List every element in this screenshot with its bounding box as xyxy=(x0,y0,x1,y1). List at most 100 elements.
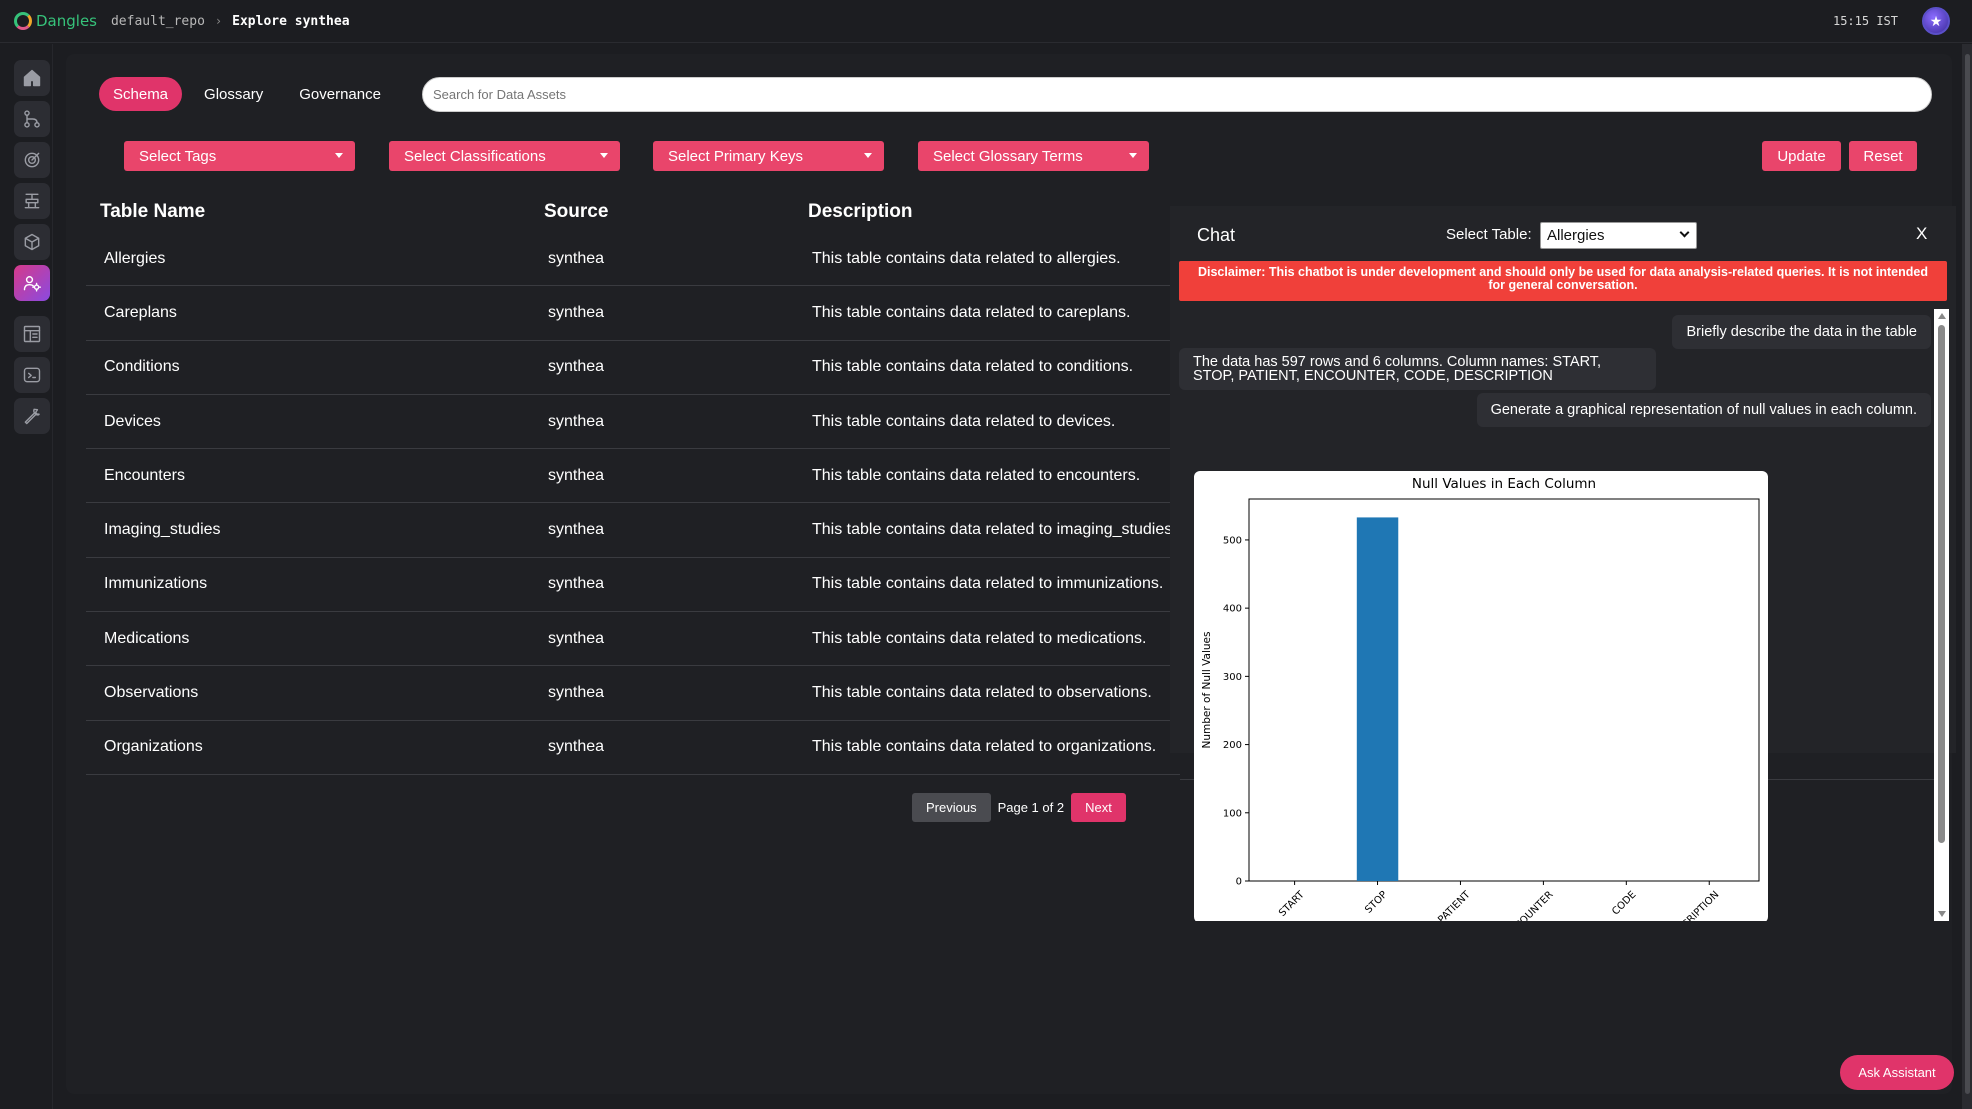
tab-governance[interactable]: Governance xyxy=(285,77,395,111)
sidebar-item-target[interactable] xyxy=(14,142,50,178)
cell-description: This table contains data related to imag… xyxy=(812,521,1177,539)
table-row[interactable]: Encounters synthea This table contains dat… xyxy=(86,449,1180,504)
cell-description: This table contains data related to orga… xyxy=(812,738,1157,756)
bar-stop xyxy=(1356,517,1399,881)
target-icon xyxy=(24,152,40,168)
page-scroll-thumb[interactable] xyxy=(1965,54,1970,1094)
y-tick-label: 100 xyxy=(1223,808,1242,819)
table-row[interactable]: Devices synthea This table contains data r… xyxy=(86,395,1180,450)
clock: 15:15 IST xyxy=(1832,14,1898,28)
cell-table-name[interactable]: Imaging_studies xyxy=(86,521,526,539)
close-chat-button[interactable]: X xyxy=(1916,224,1927,244)
chat-messages[interactable]: Briefly describe the data in the table T… xyxy=(1179,309,1931,921)
cell-table-name[interactable]: Immunizations xyxy=(86,575,526,593)
header-source: Source xyxy=(544,201,609,222)
cell-table-name[interactable]: Observations xyxy=(86,684,526,702)
tab-schema[interactable]: Schema xyxy=(99,77,183,111)
y-tick-label: 300 xyxy=(1223,672,1242,683)
cell-source: synthea xyxy=(548,303,605,321)
cell-description: This table contains data related to care… xyxy=(812,303,1131,321)
select-tags-dropdown[interactable]: Select Tags xyxy=(124,141,355,171)
sidebar-item-terminal[interactable] xyxy=(14,357,50,393)
table-row[interactable]: Organizations synthea This table contains … xyxy=(86,721,1180,775)
table-body: Allergies synthea This table contains data… xyxy=(86,232,1180,775)
workflow-icon xyxy=(24,110,40,128)
table-row[interactable]: Allergies synthea This table contains data… xyxy=(86,232,1180,287)
previous-page-button[interactable]: Previous xyxy=(912,793,991,822)
select-primary-keys-label: Select Primary Keys xyxy=(668,147,804,165)
search-input[interactable] xyxy=(422,77,1932,112)
user-message: Briefly describe the data in the table xyxy=(1672,315,1931,349)
cell-description: This table contains data related to immu… xyxy=(812,575,1164,593)
header-table-name: Table Name xyxy=(100,201,206,222)
chat-title: Chat xyxy=(1197,225,1236,245)
cell-source: synthea xyxy=(548,466,605,484)
chat-scrollbar[interactable] xyxy=(1934,309,1949,921)
user-message: Generate a graphical representation of n… xyxy=(1476,393,1931,427)
view-tabs: Schema Glossary Governance xyxy=(99,77,403,111)
cell-description: This table contains data related to alle… xyxy=(812,249,1121,267)
cell-table-name[interactable]: Conditions xyxy=(86,358,526,376)
chevron-down-icon xyxy=(1679,227,1690,238)
table-row[interactable]: Immunizations synthea This table contains … xyxy=(86,558,1180,613)
cell-source: synthea xyxy=(548,249,605,267)
table-row[interactable]: Careplans synthea This table contains data… xyxy=(86,286,1180,341)
sidebar-item-cube[interactable] xyxy=(14,224,50,260)
breadcrumb-repo[interactable]: default_repo xyxy=(111,14,205,29)
cell-table-name[interactable]: Organizations xyxy=(86,738,526,756)
sidebar-item-dashboard[interactable] xyxy=(14,316,50,352)
caret-down-icon xyxy=(600,153,608,158)
caret-down-icon xyxy=(335,153,343,158)
bot-message: The data has 597 rows and 6 columns. Col… xyxy=(1179,348,1656,390)
logo-icon xyxy=(14,12,32,30)
cell-source: synthea xyxy=(548,412,605,430)
breadcrumb-current: Explore synthea xyxy=(232,13,350,29)
select-glossary-terms-dropdown[interactable]: Select Glossary Terms xyxy=(918,141,1149,171)
table-row[interactable]: Medications synthea This table contains da… xyxy=(86,612,1180,667)
breadcrumb: default_repo › Explore synthea xyxy=(111,14,350,29)
user-settings-icon xyxy=(23,276,42,292)
y-tick-label: 400 xyxy=(1223,604,1242,615)
select-classifications-label: Select Classifications xyxy=(404,147,546,165)
cube-icon xyxy=(24,233,40,251)
update-button[interactable]: Update xyxy=(1762,141,1841,171)
cell-table-name[interactable]: Encounters xyxy=(86,467,526,485)
scroll-up-icon[interactable] xyxy=(1938,313,1946,319)
cell-table-name[interactable]: Careplans xyxy=(86,304,526,322)
table-row[interactable]: Imaging_studies synthea This table contain… xyxy=(86,503,1180,558)
select-primary-keys-dropdown[interactable]: Select Primary Keys xyxy=(653,141,884,171)
next-page-button[interactable]: Next xyxy=(1071,793,1126,822)
null-values-chart: Null Values in Each Column 0 100 200 300 400 5… xyxy=(1194,471,1768,921)
wrench-icon xyxy=(24,408,40,425)
sidebar-item-home[interactable] xyxy=(14,60,50,96)
cell-description: This table contains data related to medi… xyxy=(812,629,1147,647)
top-bar: Dangles default_repo › Explore synthea 1… xyxy=(0,0,1972,43)
table-row[interactable]: Conditions synthea This table contains dat… xyxy=(86,341,1180,395)
cell-table-name[interactable]: Allergies xyxy=(86,250,526,268)
table-header: Table Name Source Description xyxy=(86,192,1180,232)
y-tick-label: 500 xyxy=(1223,535,1242,546)
tab-glossary[interactable]: Glossary xyxy=(190,77,277,111)
cell-table-name[interactable]: Medications xyxy=(86,630,526,648)
select-glossary-terms-label: Select Glossary Terms xyxy=(933,147,1083,165)
page-scrollbar[interactable] xyxy=(1962,44,1972,1109)
y-tick-label: 0 xyxy=(1236,877,1242,888)
cell-table-name[interactable]: Devices xyxy=(86,413,526,431)
avatar[interactable]: ★ xyxy=(1922,7,1950,35)
reset-button[interactable]: Reset xyxy=(1849,141,1917,171)
ask-assistant-button[interactable]: Ask Assistant xyxy=(1840,1055,1954,1090)
cell-source: synthea xyxy=(548,358,605,376)
data-assets-table: Table Name Source Description Allergies s… xyxy=(86,192,1180,775)
scroll-thumb[interactable] xyxy=(1938,325,1945,843)
sidebar-item-tools[interactable] xyxy=(14,398,50,434)
sidebar-item-workflow[interactable] xyxy=(14,101,50,137)
cell-description: This table contains data related to cond… xyxy=(812,358,1134,376)
select-table-dropdown[interactable]: Allergies xyxy=(1540,222,1697,249)
plot-frame xyxy=(1248,498,1760,882)
sidebar-item-pipeline[interactable] xyxy=(14,183,50,219)
select-classifications-dropdown[interactable]: Select Classifications xyxy=(389,141,620,171)
sidebar-item-user-settings[interactable] xyxy=(14,265,50,301)
scroll-down-icon[interactable] xyxy=(1938,911,1946,917)
app-logo[interactable]: Dangles xyxy=(14,12,97,30)
table-row[interactable]: Observations synthea This table contains d… xyxy=(86,666,1180,721)
